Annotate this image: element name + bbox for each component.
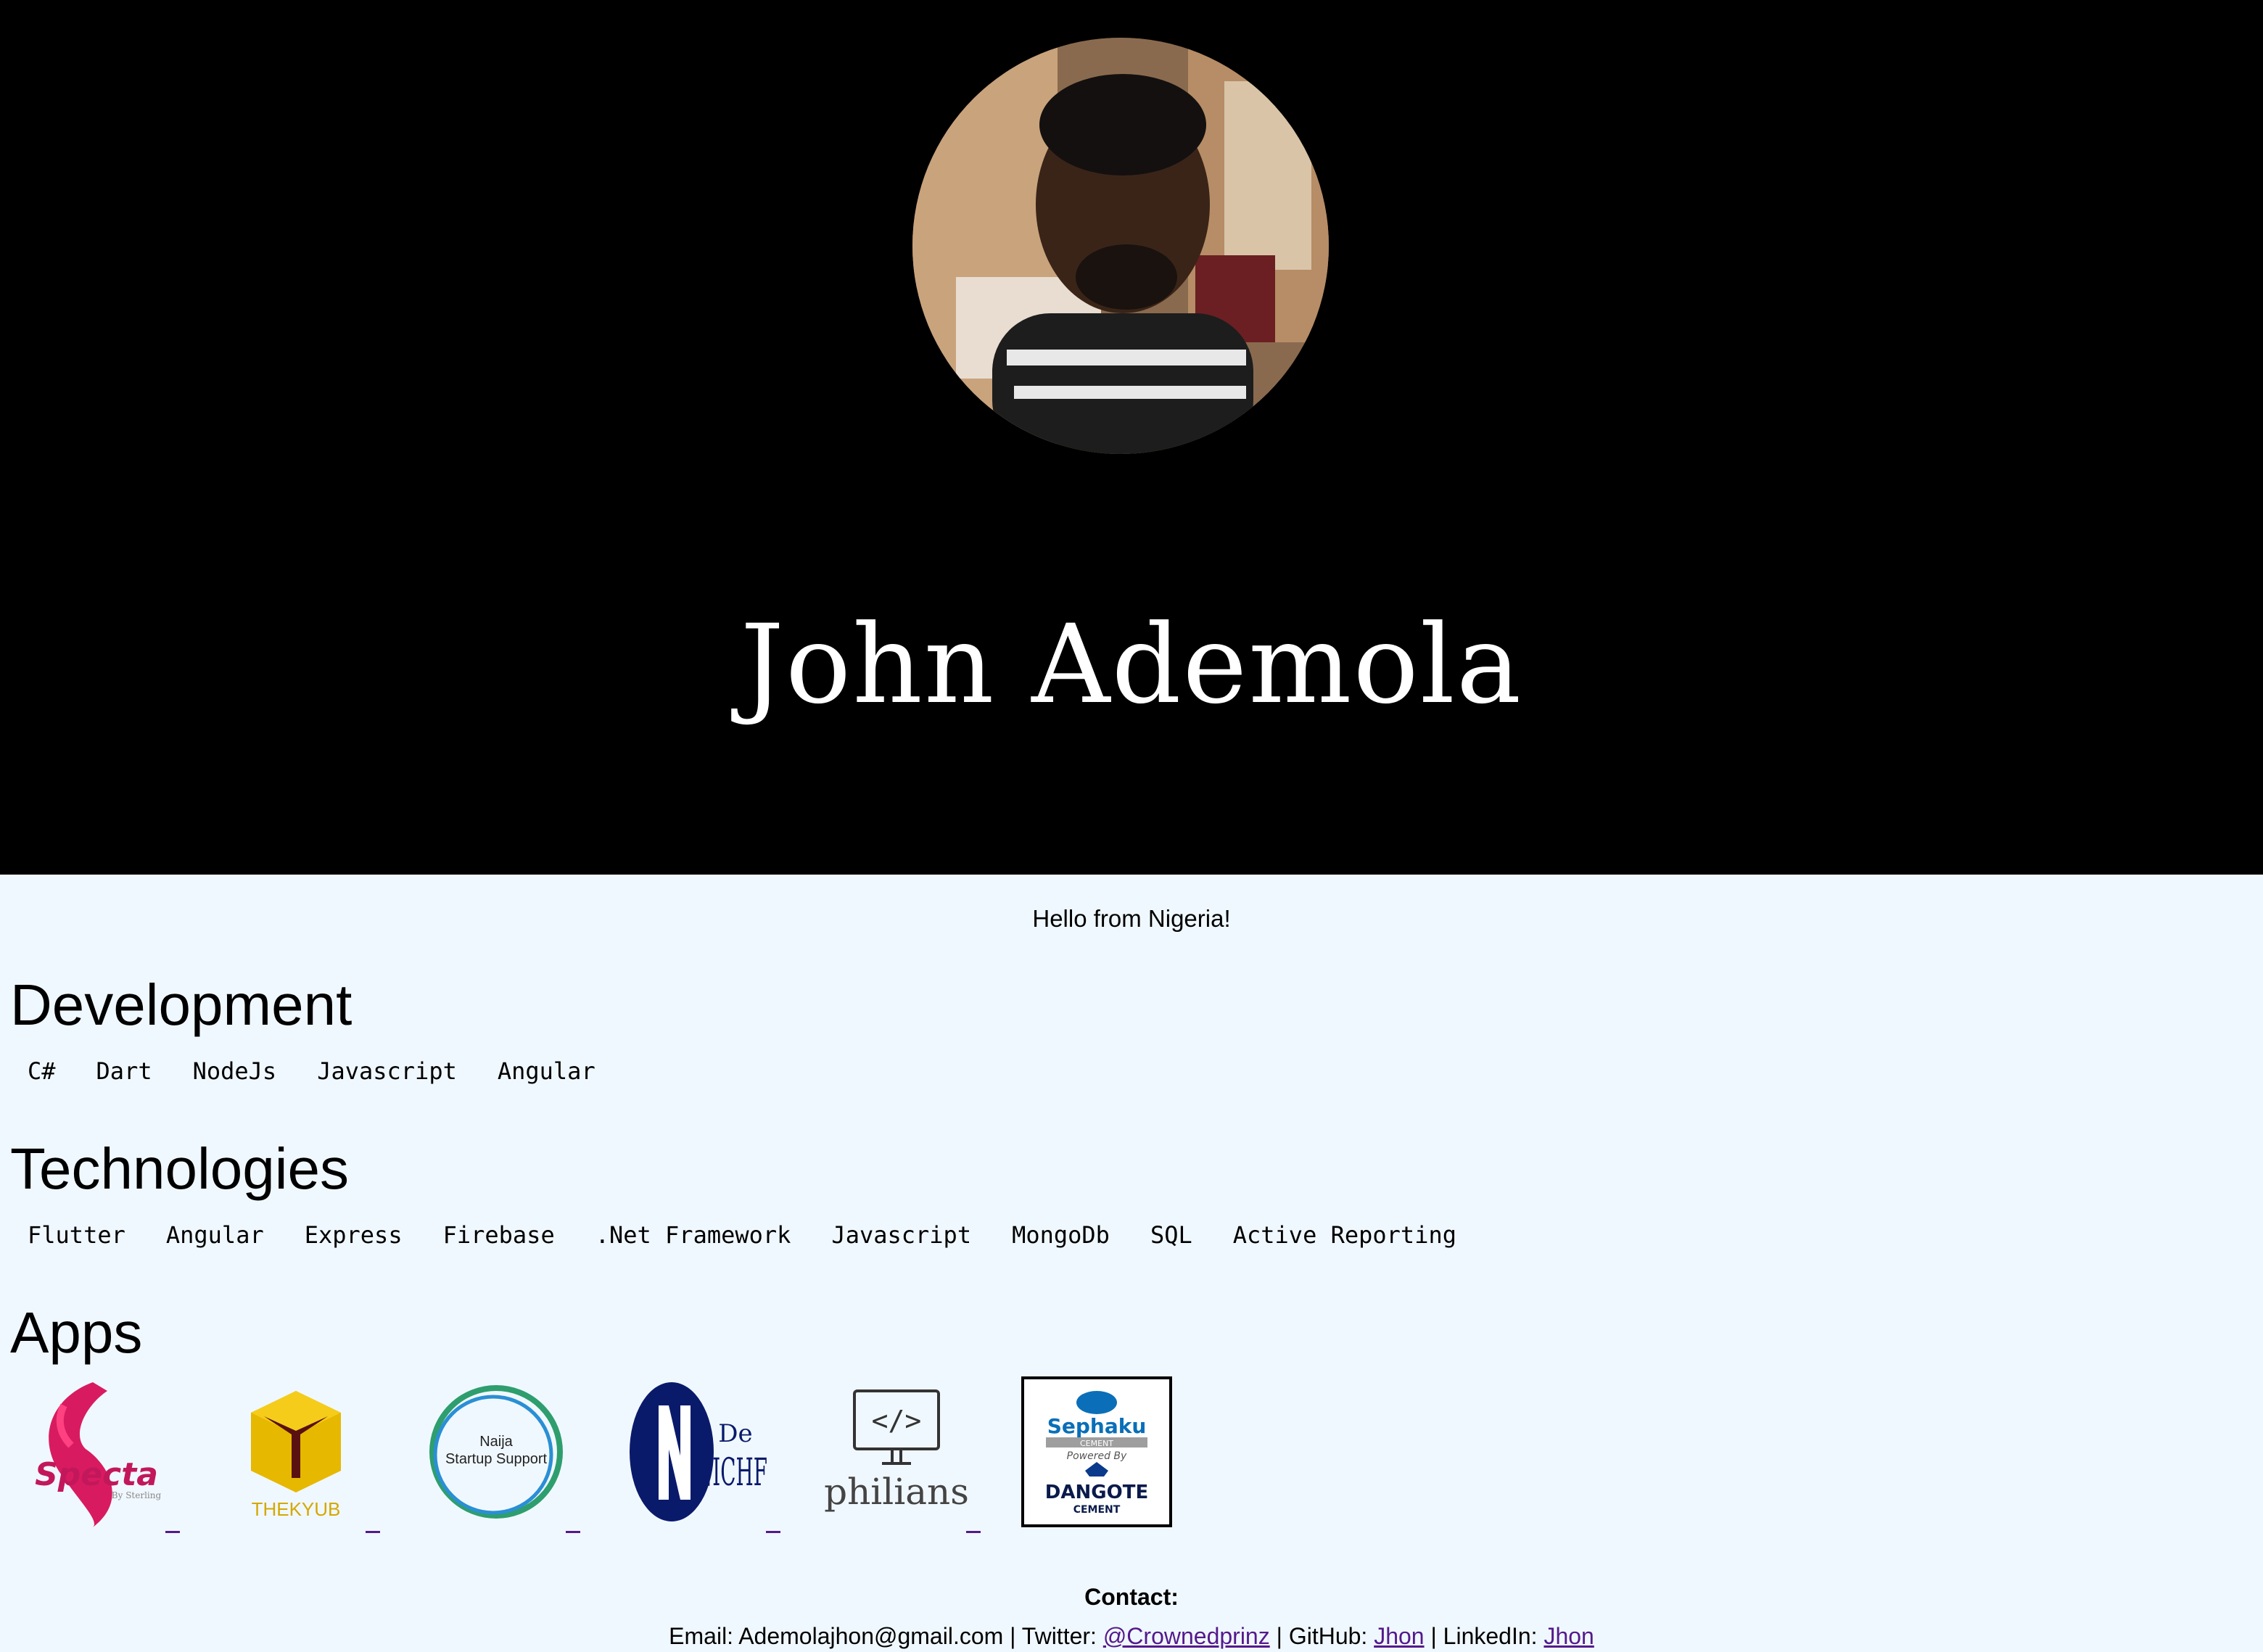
hero-banner: John Ademola [0,0,2263,875]
link-underline [766,1531,780,1533]
thekyub-logo: THEKYUB [251,1391,341,1520]
development-tag: NodeJs [192,1057,277,1085]
specta-logo: Specta By Sterling [35,1382,162,1527]
svg-text:By Sterling: By Sterling [112,1490,162,1500]
svg-text:THEKYUB: THEKYUB [252,1498,341,1520]
technology-tag: Active Reporting [1232,1221,1456,1249]
development-tags: C# Dart NodeJs Javascript Angular [28,1057,636,1085]
technology-tag: .Net Framework [595,1221,791,1249]
contact-email-text: Email: Ademolajhon@gmail.com | Twitter: [669,1623,1103,1649]
svg-text:Startup Support: Startup Support [445,1451,548,1467]
svg-text:NICHF: NICHF [695,1451,767,1495]
contact-details: Email: Ademolajhon@gmail.com | Twitter: … [0,1623,2263,1650]
github-link[interactable]: Jhon [1374,1623,1424,1649]
twitter-link[interactable]: @Crownedprinz [1103,1623,1270,1649]
contact-linkedin-prefix: | LinkedIn: [1424,1623,1544,1649]
contact-heading: Contact: [1084,1584,1179,1610]
development-tag: Dart [96,1057,152,1085]
technology-tag: MongoDb [1012,1221,1110,1249]
app-link-specta[interactable]: Specta By Sterling [20,1376,180,1535]
technology-tag: SQL [1150,1221,1192,1249]
profile-name: John Ademola [740,602,1523,728]
contact-github-prefix: | GitHub: [1269,1623,1374,1649]
svg-text:Powered By: Powered By [1067,1450,1127,1462]
svg-text:DANGOTE: DANGOTE [1045,1482,1148,1503]
svg-text:CEMENT: CEMENT [1080,1439,1113,1448]
app-link-thekyub[interactable]: THEKYUB [220,1376,380,1535]
svg-text:De: De [718,1419,752,1448]
link-underline [165,1531,180,1533]
development-tag: Javascript [317,1057,457,1085]
development-tag: Angular [497,1057,595,1085]
apps-heading: Apps [10,1300,143,1365]
link-underline [966,1531,981,1533]
technology-tag: Angular [165,1221,264,1249]
link-underline [366,1531,380,1533]
technology-tag: Javascript [831,1221,972,1249]
app-link-sephaku-cement[interactable]: Sephaku CEMENT Powered By DANGOTE CEMENT [1021,1376,1174,1535]
svg-text:</>: </> [872,1405,922,1437]
app-link-philians[interactable]: </> philians [821,1376,981,1535]
technologies-heading: Technologies [10,1136,349,1201]
greeting-text: Hello from Nigeria! [1032,905,1231,932]
profile-photo-image [912,38,1329,454]
de-nichf-logo: De NICHF [630,1382,767,1521]
sephaku-cement-logo: Sephaku CEMENT Powered By DANGOTE CEMENT [1021,1376,1172,1527]
svg-text:Naija: Naija [479,1434,513,1450]
app-link-de-nichf[interactable]: De NICHF [621,1376,780,1535]
svg-text:Sephaku: Sephaku [1047,1414,1147,1438]
app-link-naija-startup-support[interactable]: Naija Startup Support [421,1376,580,1535]
svg-text:Specta: Specta [35,1456,158,1493]
technology-tag: Express [304,1221,403,1249]
development-tag: C# [28,1057,56,1085]
svg-text:philians: philians [824,1471,969,1513]
link-underline [566,1531,580,1533]
technologies-tags: Flutter Angular Express Firebase .Net Fr… [28,1221,1497,1249]
technology-tag: Firebase [442,1221,555,1249]
philians-logo: </> philians [824,1389,969,1513]
naija-startup-logo: Naija Startup Support [429,1385,563,1519]
apps-list: Specta By Sterling THEKYUB Naija Startup… [20,1376,1174,1535]
svg-text:CEMENT: CEMENT [1073,1504,1121,1516]
linkedin-link[interactable]: Jhon [1543,1623,1594,1649]
technology-tag: Flutter [28,1221,125,1249]
development-heading: Development [10,972,353,1037]
profile-photo [912,38,1329,454]
